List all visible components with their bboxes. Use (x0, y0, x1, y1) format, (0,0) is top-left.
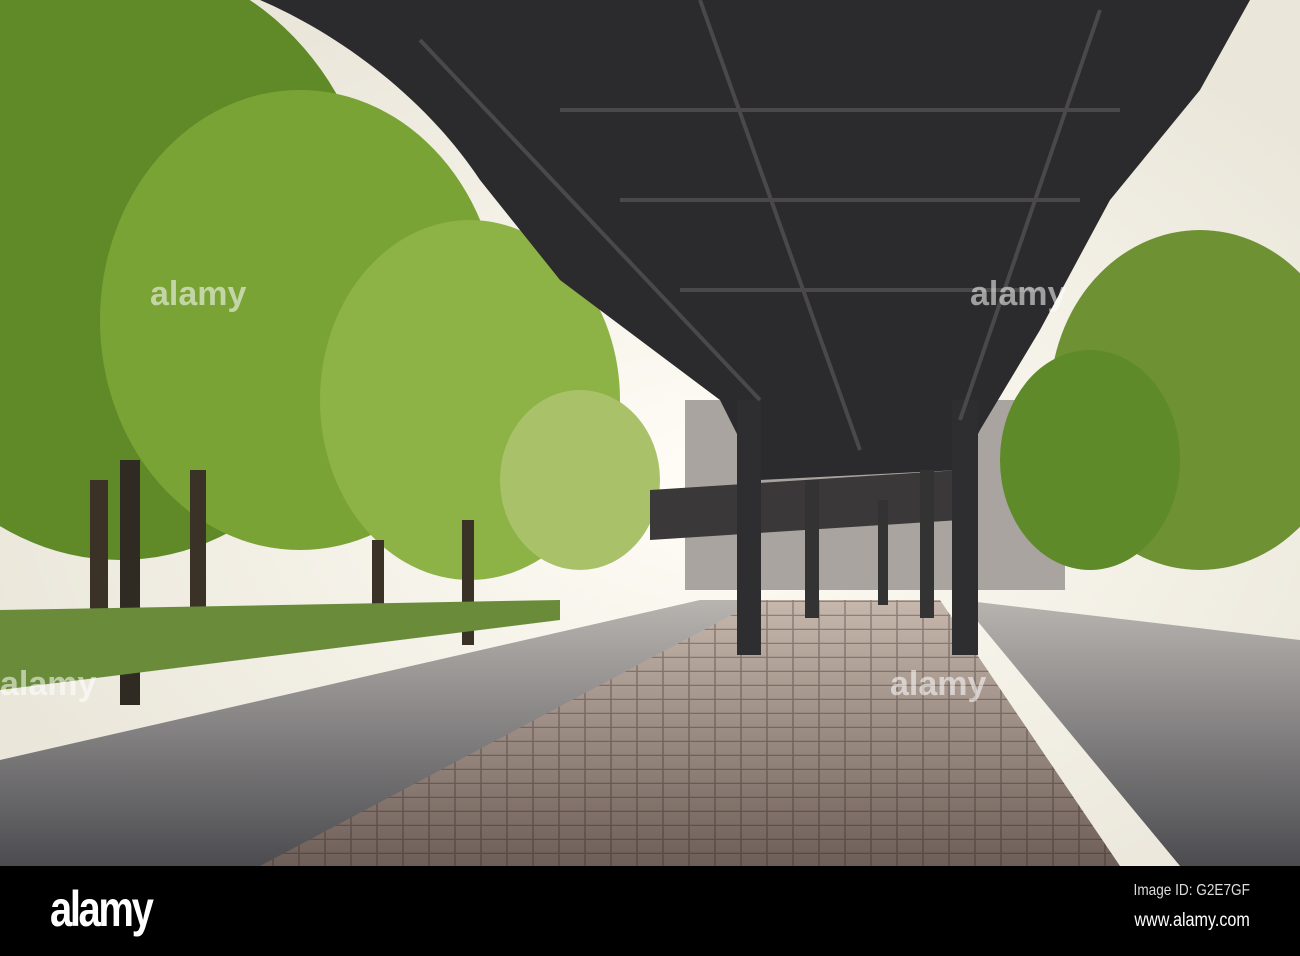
watermark-text: alamy (150, 275, 247, 313)
photo-elevated-railway-street (0, 0, 1300, 866)
watermark-text: alamy (970, 275, 1067, 313)
image-id: Image ID: G2E7GF (1133, 882, 1250, 899)
watermark-bar: alamy Image ID: G2E7GF www.alamy.com (0, 866, 1300, 956)
alamy-logo: alamy (50, 881, 154, 937)
site-url: www.alamy.com (1134, 910, 1250, 931)
watermark-text: alamy (890, 665, 987, 703)
watermark-text: alamy (0, 665, 97, 703)
